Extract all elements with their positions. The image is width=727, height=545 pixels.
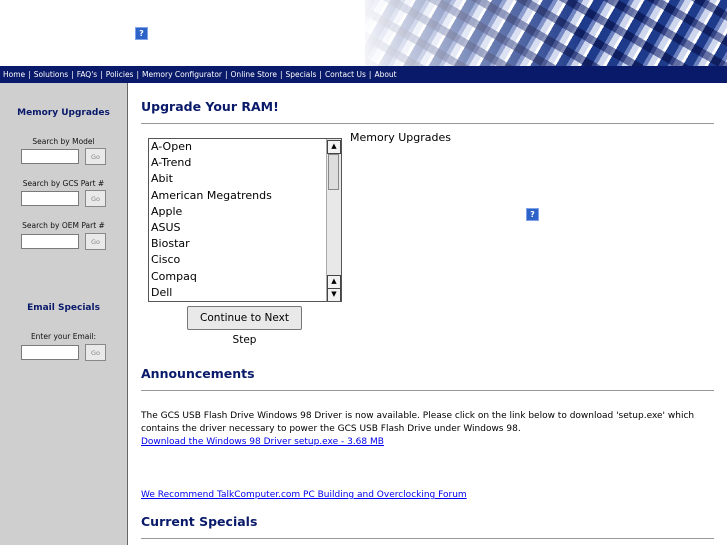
top-navigation: Home | Solutions | FAQ's | Policies | Memory Con… <box>0 66 727 83</box>
nav-online-store[interactable]: Online Store <box>231 70 277 79</box>
nav-separator: | <box>71 70 74 79</box>
list-item[interactable]: Biostar <box>149 236 341 252</box>
nav-contact-us[interactable]: Contact Us <box>325 70 366 79</box>
divider <box>141 538 714 539</box>
scroll-up-icon[interactable]: ▲ <box>327 140 341 154</box>
nav-home[interactable]: Home <box>3 70 25 79</box>
scrollbar-thumb[interactable] <box>328 154 339 190</box>
search-gcs-go-button[interactable]: Go <box>85 190 106 207</box>
listbox-scrollbar[interactable]: ▲ ▲ ▼ <box>326 139 341 301</box>
search-model-go-button[interactable]: Go <box>85 148 106 165</box>
forum-link[interactable]: We Recommend TalkComputer.com PC Buildin… <box>141 490 467 500</box>
email-input[interactable] <box>21 345 79 360</box>
search-model-input[interactable] <box>21 149 79 164</box>
help-icon[interactable]: ? <box>526 208 539 221</box>
search-oem-input[interactable] <box>21 234 79 249</box>
divider <box>141 390 714 391</box>
upgrade-title: Upgrade Your RAM! <box>141 99 279 114</box>
list-item[interactable]: American Megatrends <box>149 188 341 204</box>
search-gcs-input[interactable] <box>21 191 79 206</box>
announcements-title: Announcements <box>141 366 255 381</box>
nav-faqs[interactable]: FAQ's <box>77 70 98 79</box>
nav-separator: | <box>28 70 31 79</box>
email-specials-title: Email Specials <box>27 303 100 313</box>
divider <box>141 123 714 124</box>
memory-upgrades-title: Memory Upgrades <box>17 108 110 118</box>
list-item[interactable]: ASUS <box>149 220 341 236</box>
manufacturer-listbox[interactable]: A-Open A-Trend Abit American Megatrends … <box>148 138 342 302</box>
search-oem-label: Search by OEM Part # <box>22 221 105 230</box>
scroll-up-icon[interactable]: ▲ <box>327 275 341 289</box>
scroll-down-icon[interactable]: ▼ <box>327 288 341 301</box>
list-item[interactable]: Dell <box>149 285 341 301</box>
header-banner-pattern <box>365 0 727 66</box>
header-help-icon[interactable]: ? <box>135 27 148 40</box>
nav-about[interactable]: About <box>374 70 396 79</box>
email-go-button[interactable]: Go <box>85 344 106 361</box>
nav-separator: | <box>100 70 103 79</box>
download-driver-link[interactable]: Download the Windows 98 Driver setup.exe… <box>141 437 384 447</box>
email-label: Enter your Email: <box>30 332 97 341</box>
nav-separator: | <box>319 70 322 79</box>
nav-specials[interactable]: Specials <box>285 70 316 79</box>
specials-title: Current Specials <box>141 514 258 529</box>
list-item[interactable]: A-Open <box>149 139 341 155</box>
nav-memory-configurator[interactable]: Memory Configurator <box>142 70 222 79</box>
list-item[interactable]: A-Trend <box>149 155 341 171</box>
nav-separator: | <box>136 70 139 79</box>
nav-policies[interactable]: Policies <box>106 70 134 79</box>
continue-button[interactable]: Continue to Next Step <box>187 306 302 346</box>
memory-upgrades-label: Memory Upgrades <box>350 131 451 144</box>
list-item[interactable]: Cisco <box>149 252 341 268</box>
search-model-label: Search by Model <box>32 137 95 146</box>
search-gcs-label: Search by GCS Part # <box>22 179 105 188</box>
nav-solutions[interactable]: Solutions <box>34 70 68 79</box>
forum-recommendation: We Recommend TalkComputer.com PC Buildin… <box>141 489 716 502</box>
list-item[interactable]: Compaq <box>149 269 341 285</box>
search-oem-go-button[interactable]: Go <box>85 233 106 250</box>
sidebar: Memory Upgrades Search by Model Go Searc… <box>0 83 128 545</box>
site-header: ? <box>0 0 727 66</box>
announcement-text: The GCS USB Flash Drive Windows 98 Drive… <box>141 410 716 449</box>
nav-separator: | <box>225 70 228 79</box>
list-item[interactable]: Abit <box>149 171 341 187</box>
list-item[interactable]: Apple <box>149 204 341 220</box>
announcement-body: The GCS USB Flash Drive Windows 98 Drive… <box>141 411 695 434</box>
